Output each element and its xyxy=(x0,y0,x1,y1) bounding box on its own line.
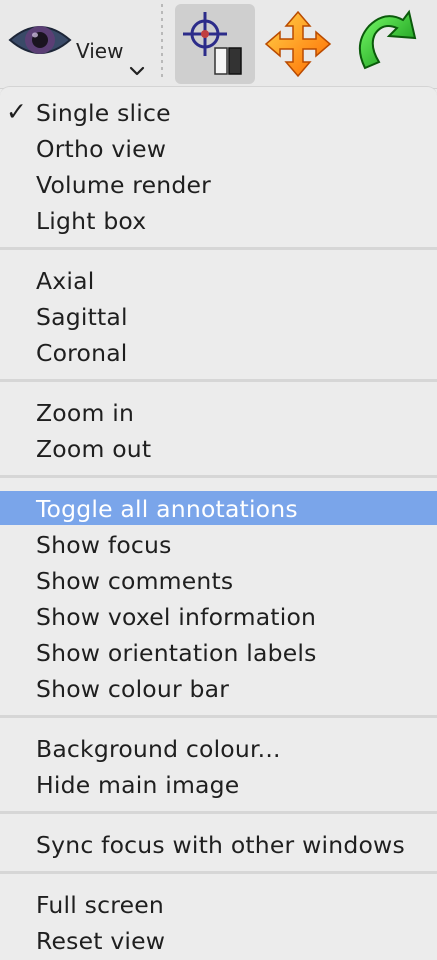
menu-item-light-box[interactable]: Light box xyxy=(0,203,437,237)
menu-item-toggle-all-annotations[interactable]: Toggle all annotations xyxy=(0,491,437,525)
menu-item-label: Coronal xyxy=(36,339,128,367)
menu-separator xyxy=(0,811,437,814)
menu-item-label: Axial xyxy=(36,267,95,295)
pan-tool-button[interactable] xyxy=(258,4,338,84)
checkmark-icon: ✓ xyxy=(6,97,27,126)
menu-item-label: Full screen xyxy=(36,891,164,919)
toolbar-separator xyxy=(161,4,163,80)
view-dropdown-menu: ✓ Single slice Ortho view Volume render … xyxy=(0,86,437,960)
menu-item-single-slice[interactable]: ✓ Single slice xyxy=(0,95,437,129)
crosshair-intensity-icon xyxy=(183,12,242,75)
menu-item-show-focus[interactable]: Show focus xyxy=(0,527,437,561)
menu-item-reset-view[interactable]: Reset view xyxy=(0,923,437,957)
menu-item-zoom-in[interactable]: Zoom in xyxy=(0,395,437,429)
menu-item-show-orientation-labels[interactable]: Show orientation labels xyxy=(0,635,437,669)
menu-item-volume-render[interactable]: Volume render xyxy=(0,167,437,201)
menu-item-label: Hide main image xyxy=(36,771,240,799)
menu-item-label: Show orientation labels xyxy=(36,639,317,667)
rotate-tool-button[interactable] xyxy=(345,4,425,84)
menu-item-label: Light box xyxy=(36,207,147,235)
menu-item-label: Zoom in xyxy=(36,399,135,427)
view-menu-label: View xyxy=(76,39,124,63)
chevron-down-icon xyxy=(129,66,145,76)
crosshair-tool-button[interactable] xyxy=(175,4,255,84)
menu-item-label: Ortho view xyxy=(36,135,167,163)
menu-item-show-comments[interactable]: Show comments xyxy=(0,563,437,597)
move-arrows-icon xyxy=(264,10,332,78)
toolbar: View xyxy=(0,0,437,89)
menu-separator xyxy=(0,247,437,250)
menu-item-sagittal[interactable]: Sagittal xyxy=(0,299,437,333)
menu-item-label: Show colour bar xyxy=(36,675,230,703)
menu-item-axial[interactable]: Axial xyxy=(0,263,437,297)
menu-item-label: Show voxel information xyxy=(36,603,317,631)
menu-item-label: Volume render xyxy=(36,171,212,199)
menu-item-label: Show focus xyxy=(36,531,172,559)
menu-separator xyxy=(0,715,437,718)
menu-item-label: Sagittal xyxy=(36,303,128,331)
menu-item-sync-focus[interactable]: Sync focus with other windows xyxy=(0,827,437,861)
menu-item-full-screen[interactable]: Full screen xyxy=(0,887,437,921)
menu-separator xyxy=(0,475,437,478)
menu-item-show-colour-bar[interactable]: Show colour bar xyxy=(0,671,437,705)
menu-item-label: Single slice xyxy=(36,99,171,127)
menu-item-ortho-view[interactable]: Ortho view xyxy=(0,131,437,165)
menu-item-zoom-out[interactable]: Zoom out xyxy=(0,431,437,465)
menu-item-label: Background colour... xyxy=(36,735,281,763)
menu-item-label: Reset view xyxy=(36,927,166,955)
view-menu-button[interactable]: View xyxy=(4,6,154,84)
menu-item-hide-main-image[interactable]: Hide main image xyxy=(0,767,437,801)
menu-separator xyxy=(0,871,437,874)
menu-item-label: Sync focus with other windows xyxy=(36,831,405,859)
menu-item-label: Show comments xyxy=(36,567,234,595)
menu-separator xyxy=(0,379,437,382)
menu-item-label: Toggle all annotations xyxy=(36,495,298,523)
menu-item-label: Zoom out xyxy=(36,435,152,463)
menu-item-background-colour[interactable]: Background colour... xyxy=(0,731,437,765)
rotate-arrow-icon xyxy=(358,9,417,70)
eye-icon xyxy=(8,26,72,54)
menu-item-show-voxel-information[interactable]: Show voxel information xyxy=(0,599,437,633)
menu-item-coronal[interactable]: Coronal xyxy=(0,335,437,369)
